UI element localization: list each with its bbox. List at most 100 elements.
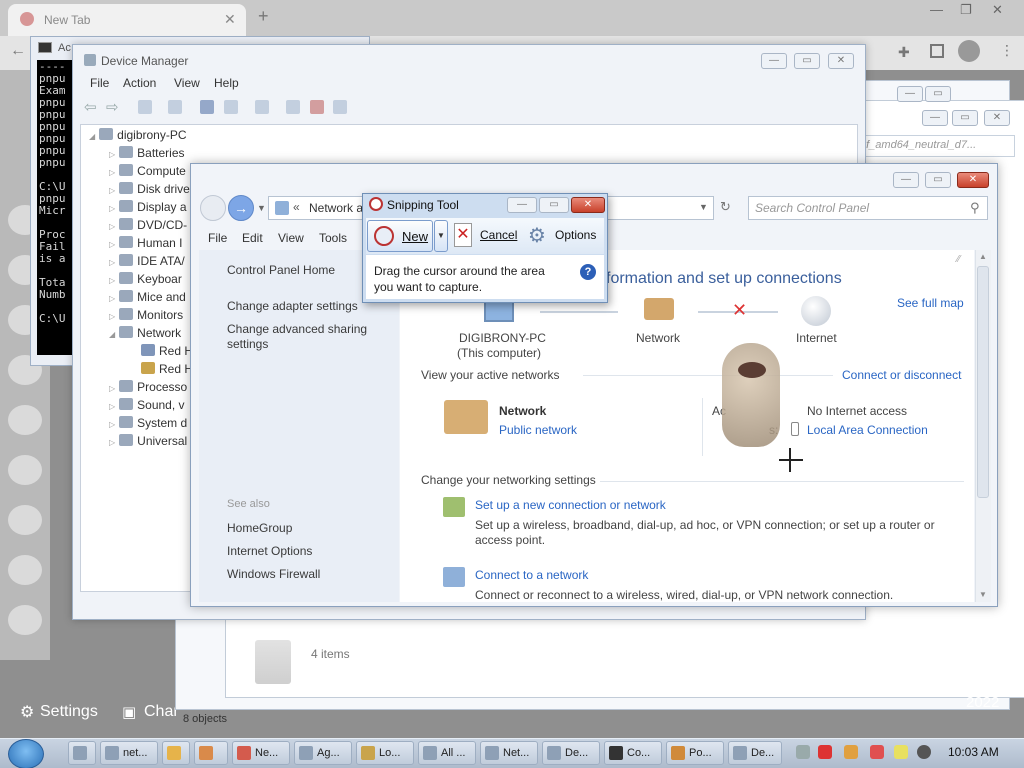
net-maximize-button[interactable]: ▭	[925, 172, 951, 188]
control-panel-home-link[interactable]: Control Panel Home	[227, 263, 335, 277]
public-network-link[interactable]: Public network	[499, 423, 577, 437]
taskbar-item[interactable]: Po...	[666, 741, 724, 765]
view-icon[interactable]	[168, 100, 182, 114]
computer-name[interactable]: DIGIBRONY-PC	[459, 331, 546, 345]
taskbar-item[interactable]: Co...	[604, 741, 662, 765]
explorer-back-minimize-button[interactable]: —	[897, 86, 923, 102]
net-close-button[interactable]: ✕	[957, 172, 989, 188]
refresh-icon[interactable]: ↻	[720, 199, 731, 215]
tree-item[interactable]: ▷ DVD/CD-	[109, 218, 187, 236]
uninstall-icon[interactable]	[310, 100, 324, 114]
browser-minimize-icon[interactable]: —	[930, 2, 943, 17]
back-arrow-icon[interactable]: ←	[10, 42, 26, 60]
taskbar-item[interactable]: Ne...	[232, 741, 290, 765]
reddit-icon[interactable]	[8, 605, 42, 635]
whatsapp-icon[interactable]	[8, 505, 42, 535]
tree-item[interactable]: Red H	[141, 344, 193, 362]
taskbar-item[interactable]: De...	[542, 741, 600, 765]
advanced-sharing-link[interactable]: Change advanced sharing settings	[227, 322, 387, 352]
snip-close-button[interactable]: ✕	[571, 197, 605, 213]
explorer-search-field[interactable]: nf_amd64_neutral_d7...	[855, 135, 1015, 157]
explorer-minimize-button[interactable]: —	[922, 110, 948, 126]
forward-icon[interactable]: ⇨	[106, 98, 119, 116]
update-driver-icon[interactable]	[286, 100, 300, 114]
devmgr-menu-action[interactable]: Action	[123, 76, 156, 90]
history-dropdown-icon[interactable]: ▼	[257, 203, 266, 213]
breadcrumb-overflow[interactable]: «	[293, 200, 300, 214]
breadcrumb[interactable]: Network a	[309, 201, 363, 215]
back-icon[interactable]: ⇦	[84, 98, 97, 116]
tree-item[interactable]: ▷ Processo	[109, 380, 187, 398]
browser-menu-icon[interactable]: ⋮	[1000, 42, 1014, 59]
homegroup-link[interactable]: HomeGroup	[227, 521, 292, 535]
pinterest-icon[interactable]	[8, 405, 42, 435]
profile-avatar-icon[interactable]	[958, 40, 980, 62]
scrollbar-thumb[interactable]	[977, 266, 989, 498]
tray-notes-icon[interactable]	[894, 745, 908, 759]
tree-item[interactable]: ▷ System d	[109, 416, 187, 434]
taskbar-item[interactable]: All ...	[418, 741, 476, 765]
devmgr-minimize-button[interactable]: —	[761, 53, 787, 69]
public-network-bench-icon[interactable]	[444, 400, 488, 434]
see-full-map-link[interactable]: See full map	[897, 296, 964, 310]
browser-close-icon[interactable]: ✕	[992, 2, 1003, 18]
search-input[interactable]: Search Control Panel	[748, 196, 988, 220]
help-icon[interactable]	[200, 100, 214, 114]
resources-icon[interactable]	[224, 100, 238, 114]
snip-mode-dropdown[interactable]: ▼	[434, 220, 448, 252]
change-adapter-link[interactable]: Change adapter settings	[227, 299, 358, 313]
connect-network-link[interactable]: Connect to a network	[475, 568, 588, 582]
net-menu-tools[interactable]: Tools	[319, 231, 347, 245]
devmgr-menu-view[interactable]: View	[174, 76, 200, 90]
tree-root[interactable]: ◢ digibrony-PC	[89, 128, 187, 146]
tray-volume-icon[interactable]	[917, 745, 931, 759]
tray-antivirus-icon[interactable]	[818, 745, 832, 759]
taskbar-clock[interactable]: 10:03 AM	[948, 745, 999, 759]
taskbar-item-media[interactable]	[162, 741, 190, 765]
taskbar-item[interactable]: Lo...	[356, 741, 414, 765]
explorer-back-maximize-button[interactable]: ▭	[925, 86, 951, 102]
options-button[interactable]: Options	[555, 228, 596, 242]
channel-link[interactable]: Char	[144, 703, 179, 721]
scroll-up-icon[interactable]: ▲	[979, 252, 987, 261]
cancel-button[interactable]: Cancel	[480, 228, 517, 242]
net-minimize-button[interactable]: —	[893, 172, 919, 188]
search-icon[interactable]: ⚲	[970, 200, 980, 216]
snip-maximize-button[interactable]: ▭	[539, 197, 569, 213]
net-menu-edit[interactable]: Edit	[242, 231, 263, 245]
new-tab-button[interactable]: +	[258, 6, 269, 27]
local-area-connection-link[interactable]: Local Area Connection	[807, 423, 928, 437]
back-button[interactable]	[200, 195, 226, 221]
scan-hardware-icon[interactable]	[255, 100, 269, 114]
help-icon[interactable]: ?	[580, 264, 596, 280]
tree-item[interactable]: ▷ Compute	[109, 164, 186, 182]
close-tab-icon[interactable]: ✕	[224, 11, 236, 28]
start-button[interactable]	[8, 739, 44, 768]
map-internet-label[interactable]: Internet	[796, 331, 837, 345]
tree-item[interactable]: ▷ Universal	[109, 434, 187, 452]
net-menu-view[interactable]: View	[278, 231, 304, 245]
devmgr-menu-help[interactable]: Help	[214, 76, 239, 90]
tree-item[interactable]: ▷ Sound, v	[109, 398, 185, 416]
taskbar-item-ie[interactable]	[68, 741, 96, 765]
tray-search-icon[interactable]	[844, 745, 858, 759]
internet-options-link[interactable]: Internet Options	[227, 544, 312, 558]
properties-icon[interactable]	[138, 100, 152, 114]
taskbar-item[interactable]: Ag...	[294, 741, 352, 765]
taskbar-item-paint[interactable]	[194, 741, 228, 765]
extensions-icon[interactable]: ✚	[898, 44, 910, 61]
devmgr-close-button[interactable]: ✕	[828, 53, 854, 69]
scroll-down-icon[interactable]: ▼	[979, 590, 987, 599]
taskbar-item[interactable]: net...	[100, 741, 158, 765]
settings-link[interactable]: Settings	[40, 703, 98, 721]
tree-item[interactable]: ▷ Disk drive	[109, 182, 190, 200]
explorer-maximize-button[interactable]: ▭	[952, 110, 978, 126]
forward-button[interactable]: →	[228, 195, 254, 221]
tree-item[interactable]: ▷ Batteries	[109, 146, 185, 164]
gear-icon[interactable]: ⚙	[20, 702, 34, 722]
tree-item[interactable]: ▷ Display a	[109, 200, 187, 218]
setup-connection-link[interactable]: Set up a new connection or network	[475, 498, 666, 512]
taskbar-item[interactable]: Net...	[480, 741, 538, 765]
map-network-label[interactable]: Network	[636, 331, 680, 345]
new-snip-button[interactable]: New	[367, 220, 433, 252]
